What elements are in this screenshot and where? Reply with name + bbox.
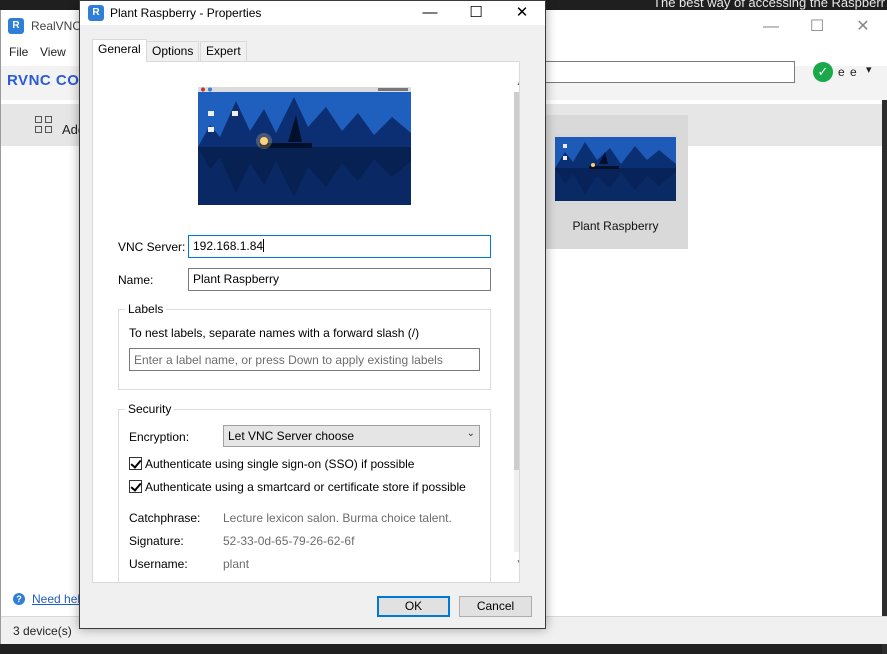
menu-file[interactable]: File: [9, 45, 28, 59]
device-name: Plant Raspberry: [572, 219, 659, 233]
vnc-server-input[interactable]: 192.168.1.84: [188, 235, 491, 258]
device-tile[interactable]: Plant Raspberry: [543, 115, 688, 249]
catchphrase-value: Lecture lexicon salon. Burma choice tale…: [223, 511, 452, 525]
grid-view-icon[interactable]: [35, 116, 53, 134]
search-input[interactable]: [545, 61, 795, 83]
labels-group-title: Labels: [125, 302, 167, 316]
signed-in-check-icon: ✓: [813, 62, 833, 82]
scroll-thumb[interactable]: [514, 92, 519, 470]
main-window-title: RealVNC: [31, 19, 82, 33]
encryption-label: Encryption:: [129, 430, 190, 444]
security-group: Security Encryption: Let VNC Server choo…: [118, 402, 491, 582]
help-link[interactable]: Need hel: [32, 592, 80, 606]
tab-general[interactable]: General: [92, 39, 147, 62]
user-initials[interactable]: e e: [838, 65, 858, 79]
general-panel: VNC Server: 192.168.1.84 Name: Plant Ras…: [92, 61, 520, 583]
sso-label: Authenticate using single sign-on (SSO) …: [145, 457, 415, 471]
security-group-title: Security: [125, 402, 175, 416]
vnc-server-label: VNC Server:: [118, 240, 186, 254]
dialog-titlebar: R Plant Raspberry - Properties — ☐ ✕: [80, 1, 545, 25]
background-edge: [882, 100, 887, 654]
smartcard-checkbox-row[interactable]: Authenticate using a smartcard or certif…: [129, 480, 466, 494]
catchphrase-label: Catchphrase:: [129, 511, 201, 525]
menu-view[interactable]: View: [40, 45, 66, 59]
sso-checkbox-row[interactable]: Authenticate using single sign-on (SSO) …: [129, 457, 414, 471]
vnc-server-value: 192.168.1.84: [193, 239, 264, 253]
dialog-close-button[interactable]: ✕: [499, 1, 545, 25]
name-label: Name:: [118, 273, 154, 287]
dialog-maximize-button[interactable]: ☐: [453, 1, 499, 25]
encryption-value: Let VNC Server choose: [228, 429, 355, 443]
sso-checkbox[interactable]: [129, 457, 142, 470]
labels-input[interactable]: Enter a label name, or press Down to app…: [129, 348, 480, 371]
background-tagline: The best way of accessing the Raspberr: [653, 0, 885, 10]
labels-group: Labels To nest labels, separate names wi…: [118, 302, 491, 390]
realvnc-logo-icon: R: [8, 18, 24, 34]
realvnc-logo-icon: R: [88, 5, 104, 21]
smartcard-label: Authenticate using a smartcard or certif…: [145, 480, 466, 494]
close-button[interactable]: ✕: [840, 14, 886, 40]
chevron-down-icon: ⌄: [466, 428, 475, 439]
device-count: 3 device(s): [13, 624, 72, 638]
dialog-minimize-button[interactable]: —: [407, 1, 453, 25]
name-input[interactable]: Plant Raspberry: [188, 268, 491, 291]
text-caret: [263, 239, 265, 252]
ok-button[interactable]: OK: [377, 596, 450, 617]
chevron-down-icon[interactable]: ▾: [866, 63, 872, 76]
smartcard-checkbox[interactable]: [129, 480, 142, 493]
minimize-button[interactable]: —: [748, 14, 794, 40]
cancel-button[interactable]: Cancel: [459, 596, 532, 617]
device-thumbnail: [555, 134, 676, 201]
tab-options[interactable]: Options: [146, 41, 200, 61]
tab-expert[interactable]: Expert: [200, 41, 247, 61]
vertical-scrollbar[interactable]: ▲ ▼: [512, 72, 519, 572]
encryption-select[interactable]: Let VNC Server choose ⌄: [223, 425, 480, 447]
help-icon: ?: [13, 593, 25, 605]
username-label: Username:: [129, 557, 188, 571]
signature-label: Signature:: [129, 534, 184, 548]
maximize-button[interactable]: ☐: [794, 14, 840, 40]
properties-dialog: R Plant Raspberry - Properties — ☐ ✕ Gen…: [79, 0, 546, 629]
scroll-down-arrow-icon[interactable]: ▼: [512, 555, 519, 572]
name-value: Plant Raspberry: [193, 272, 280, 286]
username-value: plant: [223, 557, 250, 571]
labels-hint: To nest labels, separate names with a fo…: [129, 326, 420, 340]
scroll-up-arrow-icon[interactable]: ▲: [512, 74, 519, 91]
desktop-preview: [198, 87, 411, 205]
signature-value: 52-33-0d-65-79-26-62-6f: [223, 534, 355, 548]
dialog-title: Plant Raspberry - Properties: [110, 6, 262, 20]
